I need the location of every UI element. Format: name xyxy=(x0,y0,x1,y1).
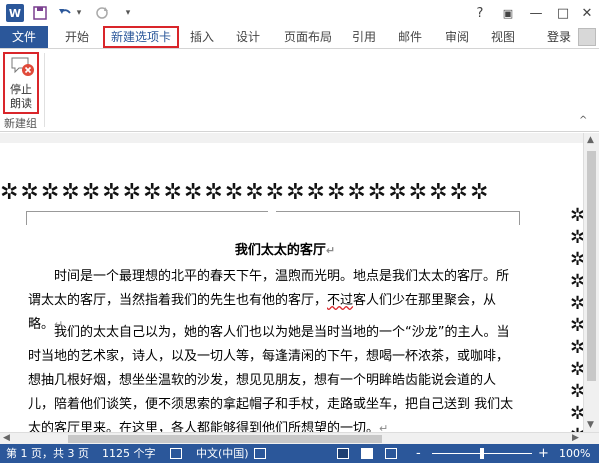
redo-arrow-icon xyxy=(96,7,108,19)
restore-button[interactable]: □ xyxy=(552,3,574,23)
page-border-top: ✲✲✲✲✲✲✲✲✲✲✲✲✲✲✲✲✲✲✲✲✲✲✲✲ xyxy=(0,181,491,205)
page-border-glyph: ✲ xyxy=(570,381,583,402)
undo-arrow-icon xyxy=(59,9,71,14)
avatar[interactable] xyxy=(578,28,596,46)
document-title[interactable]: 我们太太的客厅↵ xyxy=(0,239,570,258)
tab-view[interactable]: 视图 xyxy=(487,26,519,48)
proofing-icon[interactable] xyxy=(170,448,182,459)
read-mode-icon[interactable] xyxy=(337,448,349,459)
paragraph-2[interactable]: 我们的太太自己以为，她的客人们也以为她是当时当地的一个“沙龙”的主人。当时当地的… xyxy=(28,321,520,432)
page-border-right: ✲✲✲✲✲✲✲✲✲✲✲ xyxy=(570,205,583,432)
stop-speaking-icon xyxy=(11,57,34,76)
paragraph-mark: ↵ xyxy=(325,244,336,257)
save-icon-glyph xyxy=(33,6,47,20)
print-layout-icon[interactable] xyxy=(361,448,373,459)
tab-review[interactable]: 审阅 xyxy=(441,26,473,48)
undo-icon[interactable] xyxy=(56,4,74,22)
scroll-down-icon[interactable]: ▼ xyxy=(587,420,594,430)
page-count[interactable]: 第 1 页，共 3 页 xyxy=(6,444,89,463)
ribbon-panel: 停止 朗读 新建组 ^ xyxy=(0,48,599,132)
page-border-glyph: ✲ xyxy=(570,403,583,424)
collapse-ribbon-icon[interactable]: ^ xyxy=(579,115,587,126)
web-layout-icon[interactable] xyxy=(385,448,397,459)
sign-in-link[interactable]: 登录 xyxy=(547,26,571,48)
undo-dropdown-icon[interactable]: ▾ xyxy=(74,4,84,22)
paragraph-mark: ↵ xyxy=(379,422,389,432)
language[interactable]: 中文(中国) xyxy=(196,444,249,463)
page-border-glyph: ✲ xyxy=(570,315,583,336)
p1-spelling-flag[interactable]: 不过 xyxy=(327,293,353,308)
page-border-glyph: ✲ xyxy=(570,425,583,432)
page-border-glyph: ✲ xyxy=(570,293,583,314)
tab-insert[interactable]: 插入 xyxy=(185,26,219,48)
tab-file[interactable]: 文件 xyxy=(0,26,48,48)
page-border-glyph: ✲ xyxy=(570,249,583,270)
ribbon-tabs: 文件 开始 新建选项卡 插入 设计 页面布局 引用 邮件 审阅 视图 登录 xyxy=(0,26,599,48)
margin-corner-right xyxy=(276,211,520,225)
word-count[interactable]: 1125 个字 xyxy=(102,444,156,463)
page-border-glyph: ✲ xyxy=(570,205,583,226)
zoom-out-button[interactable]: - xyxy=(416,444,421,463)
tab-home[interactable]: 开始 xyxy=(56,26,98,48)
help-button[interactable]: ? xyxy=(469,3,491,23)
status-bar: 第 1 页，共 3 页 1125 个字 中文(中国) - + 100% xyxy=(0,444,599,463)
title-bar: W ▾ ▾ ? ▣ — □ ✕ xyxy=(0,0,599,26)
minimize-button[interactable]: — xyxy=(525,3,547,23)
page-border-glyph: ✲ xyxy=(570,337,583,358)
zoom-level[interactable]: 100% xyxy=(559,444,590,463)
title-text: 我们太太的客厅 xyxy=(234,243,326,258)
group-label: 新建组 xyxy=(4,117,37,130)
zoom-slider-thumb[interactable] xyxy=(480,448,484,459)
tab-page-layout[interactable]: 页面布局 xyxy=(280,26,336,48)
stop-reading-label: 停止 朗读 xyxy=(10,83,32,110)
scroll-right-icon[interactable]: ▶ xyxy=(572,433,579,443)
page-border-glyph: ✲ xyxy=(570,271,583,292)
document-page[interactable]: ✲✲✲✲✲✲✲✲✲✲✲✲✲✲✲✲✲✲✲✲✲✲✲✲ ✲✲✲✲✲✲✲✲✲✲✲ 我们太… xyxy=(0,143,583,432)
zoom-in-button[interactable]: + xyxy=(538,444,549,463)
macro-record-icon[interactable] xyxy=(254,448,266,459)
redo-icon[interactable] xyxy=(94,4,110,22)
horizontal-scroll-thumb[interactable] xyxy=(68,435,382,443)
page-border-glyph: ✲ xyxy=(570,227,583,248)
horizontal-scrollbar[interactable]: ◀ ▶ xyxy=(0,432,599,444)
vertical-scrollbar[interactable]: ▲ ▼ xyxy=(583,133,599,432)
stop-reading-button[interactable]: 停止 朗读 xyxy=(3,52,39,114)
margin-corner-left xyxy=(26,211,268,225)
tab-new-tab[interactable]: 新建选项卡 xyxy=(103,26,179,48)
page-border-glyph: ✲ xyxy=(570,359,583,380)
scroll-up-icon[interactable]: ▲ xyxy=(587,135,594,145)
group-divider xyxy=(44,53,45,127)
document-area[interactable]: ✲✲✲✲✲✲✲✲✲✲✲✲✲✲✲✲✲✲✲✲✲✲✲✲ ✲✲✲✲✲✲✲✲✲✲✲ 我们太… xyxy=(0,133,583,432)
close-button[interactable]: ✕ xyxy=(576,3,598,23)
ribbon-display-options-icon[interactable]: ▣ xyxy=(497,3,519,23)
word-icon: W xyxy=(6,4,24,22)
tab-mailings[interactable]: 邮件 xyxy=(394,26,426,48)
save-icon[interactable] xyxy=(32,4,48,22)
tab-references[interactable]: 引用 xyxy=(348,26,380,48)
tab-design[interactable]: 设计 xyxy=(231,26,265,48)
vertical-scroll-thumb[interactable] xyxy=(587,151,596,381)
scroll-left-icon[interactable]: ◀ xyxy=(3,433,10,443)
customize-toolbar-icon[interactable]: ▾ xyxy=(122,4,134,22)
p2-text: 我们的太太自己以为，她的客人们也以为她是当时当地的一个“沙龙”的主人。当时当地的… xyxy=(28,325,514,432)
